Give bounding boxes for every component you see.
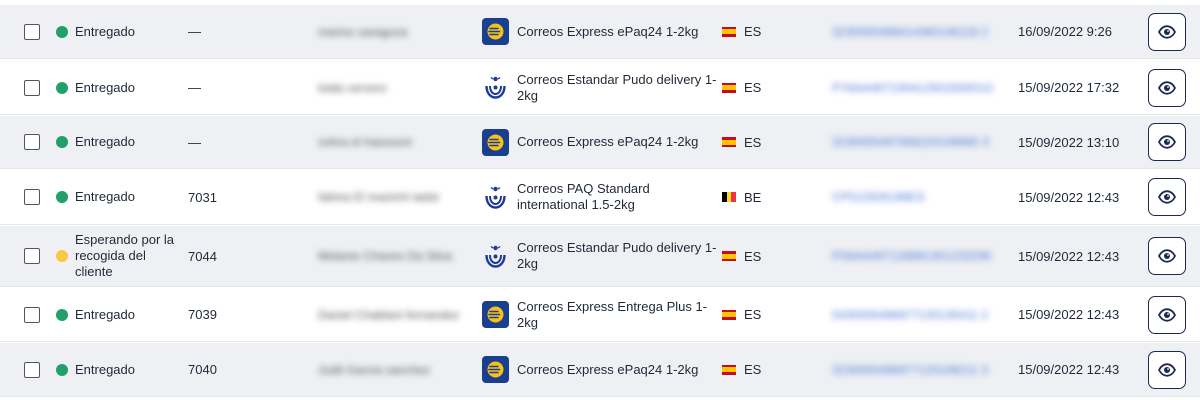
carrier-service: Correos PAQ Standard international 1.5-2… [517,181,650,212]
eye-icon [1158,190,1176,204]
status-label: Esperando por la recogida del cliente [75,232,175,279]
correos-logo [482,184,509,211]
status-label: Entregado [75,23,135,39]
country-flag-icon [722,309,736,320]
carrier-service: Correos Express ePaq24 1-2kg [517,23,699,39]
row-checkbox[interactable] [24,361,40,378]
correos-logo [482,74,509,101]
shipment-date: 15/09/2022 12:43 [1018,248,1120,264]
status-label: Entregado [75,306,135,322]
view-button[interactable] [1148,123,1186,161]
carrier-service: Correos Express ePaq24 1-2kg [517,361,699,377]
row-checkbox[interactable] [24,189,40,205]
shipment-date: 15/09/2022 12:43 [1018,189,1120,205]
customer-name: Melanie Chaves Da Silva [318,249,453,263]
country-code: ES [744,80,762,95]
row-checkbox[interactable] [24,306,40,323]
status-label: Entregado [75,189,135,204]
tracking-link[interactable]: 3230005498414360146118 2 [832,25,988,39]
eye-icon [1158,362,1176,377]
order-reference: — [188,134,201,150]
shipment-date: 15/09/2022 12:43 [1018,307,1120,322]
status-dot [56,81,68,94]
customer-name: Judit Garcia sanchez [318,362,431,377]
status-dot [56,136,68,148]
correos-express-logo [482,301,509,328]
row-checkbox[interactable] [24,248,40,264]
row-checkbox[interactable] [24,134,40,150]
country-flag-icon [722,26,736,37]
tracking-link[interactable]: PS6AA40712889130123320K [832,249,992,263]
table-row: Entregado — loida cervero Correos Estand… [0,61,1200,115]
order-reference: 7039 [188,307,217,322]
order-reference: — [188,24,201,39]
carrier-service: Correos Estandar Pudo delivery 1-2kg [517,240,717,271]
country-code: ES [744,307,762,322]
status-label: Entregado [75,79,135,95]
country-flag-icon [722,251,736,261]
tracking-link[interactable]: 3230005497068220108980 3 [832,135,989,149]
view-button[interactable] [1148,68,1186,107]
country-code: BE [744,189,762,205]
country-code: ES [744,24,762,39]
correos-express-logo [482,128,509,156]
country-code: ES [744,362,762,377]
eye-icon [1158,135,1176,149]
country-flag-icon [722,192,736,202]
order-reference: 7031 [188,189,217,205]
shipment-date: 15/09/2022 17:32 [1018,80,1120,95]
view-button[interactable] [1148,178,1186,216]
view-button[interactable] [1148,295,1186,334]
carrier-service: Correos Estandar Pudo delivery 1-2kg [517,71,717,103]
country-flag-icon [722,137,736,147]
customer-name: fatima El manichi tadst [318,190,439,204]
order-reference: 7044 [188,248,217,264]
carrier-service: Correos Express ePaq24 1-2kg [517,134,699,149]
table-row: Entregado 7039 Daniel Chablani fernandez… [0,288,1200,342]
country-code: ES [744,134,762,150]
tracking-link[interactable]: PY6AA40710041250150001G [832,81,993,95]
country-code: ES [744,248,762,264]
eye-icon [1158,249,1176,263]
customer-name: zohra el hassouni [318,135,413,149]
row-checkbox[interactable] [24,79,40,96]
country-flag-icon [722,364,736,375]
view-button[interactable] [1148,12,1186,51]
tracking-link[interactable]: 5430005496977130135411 2 [832,308,988,322]
status-label: Entregado [75,134,135,149]
row-checkbox[interactable] [24,23,40,40]
correos-express-logo [482,356,509,383]
tracking-link[interactable]: 3230005496977120108211 3 [832,363,988,377]
eye-icon [1158,24,1176,39]
carrier-service: Correos Express Entrega Plus 1-2kg [517,298,708,330]
customer-name: loida cervero [318,80,387,95]
view-button[interactable] [1148,350,1186,389]
shipment-date: 16/09/2022 9:26 [1018,24,1112,39]
order-reference: 7040 [188,362,217,377]
status-dot [56,308,68,321]
view-button[interactable] [1148,237,1186,275]
customer-name: Daniel Chablani fernandez [318,307,460,322]
table-row: Entregado 7031 fatima El manichi tadst C… [0,170,1200,225]
order-reference: — [188,80,201,95]
correos-express-logo [482,18,509,45]
status-dot [56,250,68,262]
shipment-date: 15/09/2022 12:43 [1018,362,1120,377]
eye-icon [1158,307,1176,322]
status-dot [56,25,68,38]
status-dot [56,363,68,376]
shipments-table: Entregado — marino zaragoza Correos Expr… [0,0,1200,400]
eye-icon [1158,80,1176,95]
country-flag-icon [722,82,736,93]
status-label: Entregado [75,361,135,377]
status-dot [56,191,68,203]
customer-name: marino zaragoza [318,24,408,39]
correos-logo [482,243,509,270]
table-row: Entregado — zohra el hassouni Correos Ex… [0,116,1200,169]
table-row: Entregado 7040 Judit Garcia sanchez Corr… [0,343,1200,397]
table-row: Entregado — marino zaragoza Correos Expr… [0,5,1200,59]
table-row: Esperando por la recogida del cliente 70… [0,226,1200,287]
shipment-date: 15/09/2022 13:10 [1018,134,1120,150]
tracking-link[interactable]: CP512926198ES [832,190,925,204]
